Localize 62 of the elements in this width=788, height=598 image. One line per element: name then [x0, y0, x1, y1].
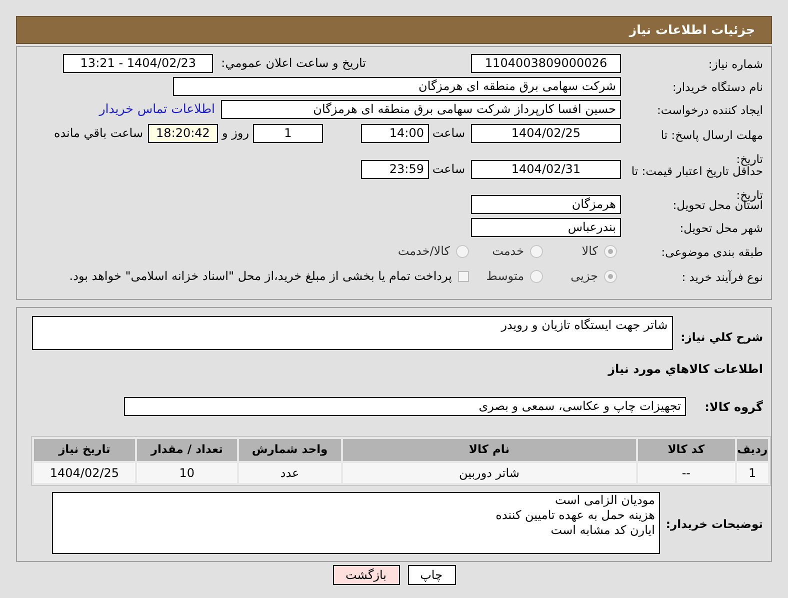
field-label: نام دستگاه خریدار: — [672, 80, 763, 94]
text-field[interactable]: 1404/02/25 — [471, 124, 621, 143]
radio-label: کالا — [582, 243, 598, 260]
countdown-field[interactable]: 18:20:42 — [148, 124, 218, 143]
label-text: پرداخت تمام یا بخشی از مبلغ خرید،از محل "اسناد خزانه اسلامی" خواهد بود. — [69, 268, 452, 285]
label-text: ساعت — [435, 125, 465, 142]
table-cell: -- — [638, 463, 735, 483]
radio-button[interactable] — [604, 244, 617, 258]
field-label: شماره نیاز: — [708, 57, 763, 71]
label-text: ساعت — [435, 161, 465, 178]
text-field[interactable]: 1404/02/31 — [471, 160, 621, 179]
radio-label: کالا/خدمت — [398, 243, 450, 260]
radio-button[interactable] — [530, 270, 543, 282]
note-line: هزینه حمل به عهده تامیین کننده — [494, 508, 655, 523]
text-field[interactable]: 23:59 — [361, 160, 429, 179]
text-field[interactable]: 1 — [253, 124, 323, 143]
note-line: ایارن کد مشابه است — [550, 523, 655, 538]
description-textarea[interactable]: شاتر جهت ایستگاه تازیان و رویدر — [32, 316, 673, 350]
radio-label: جزیی — [570, 268, 598, 285]
text-field[interactable]: شرکت سهامی برق منطقه ای هرمزگان — [173, 76, 621, 96]
label-text: روز و — [222, 125, 249, 142]
label-text: گروه کالا: — [704, 400, 763, 414]
label-text: ساعت باقي مانده — [54, 125, 143, 142]
column-header: ردیف — [736, 439, 768, 461]
radio-button[interactable] — [456, 244, 469, 258]
radio-label: متوسط — [486, 268, 524, 285]
text-field[interactable]: بندرعباس — [471, 218, 621, 236]
text-field[interactable]: 1404/02/23 - 13:21 — [63, 54, 214, 72]
text-field[interactable]: 14:00 — [361, 124, 429, 143]
page-title: جزئیات اطلاعات نیاز — [629, 20, 755, 39]
checkbox[interactable] — [458, 270, 469, 282]
table-cell: 1 — [736, 463, 768, 483]
column-header: واحد شمارش — [238, 439, 341, 461]
field-label: نوع فرآیند خرید : — [682, 270, 763, 284]
table-cell: 1404/02/25 — [34, 463, 135, 483]
section-title: اطلاعات کالاهاي مورد نیاز — [608, 362, 763, 376]
column-header: تعداد / مقدار — [136, 439, 237, 461]
back-button[interactable]: بازگشت — [332, 565, 400, 585]
text-field[interactable]: هرمزگان — [471, 194, 621, 214]
note-line: مودیان الزامی است — [554, 493, 655, 508]
column-header: کد کالا — [638, 439, 735, 461]
table-cell: 10 — [136, 463, 237, 483]
radio-button[interactable] — [530, 244, 543, 258]
print-button[interactable]: چاپ — [408, 565, 456, 585]
table-cell: شاتر دوربین — [342, 463, 636, 483]
label-text: تاریخ و ساعت اعلان عمومي: — [221, 55, 366, 72]
field-label: شهر محل تحویل: — [680, 221, 763, 235]
table-cell: عدد — [238, 463, 341, 483]
radio-label: خدمت — [492, 243, 524, 260]
field-label: ایجاد کننده درخواست: — [657, 103, 763, 117]
contact-link[interactable]: اطلاعات تماس خریدار — [99, 100, 215, 118]
label-text: شرح کلي نیاز: — [680, 330, 763, 344]
text-field[interactable]: تجهیزات چاپ و عکاسی، سمعی و بصری — [124, 396, 686, 416]
column-header: نام کالا — [342, 439, 636, 461]
text-field[interactable]: 1104003809000026 — [471, 54, 621, 72]
column-header: تاریخ نیاز — [34, 439, 135, 461]
text-field[interactable]: حسین افسا کارپرداز شرکت سهامی برق منطقه ای هرمزگان — [221, 100, 621, 118]
notes-textarea[interactable]: مودیان الزامی است هزینه حمل به عهده تامیین کننده ایارن کد مشابه است — [52, 492, 660, 554]
field-label: مهلت ارسال پاسخ: تا تاریخ: — [660, 128, 763, 166]
radio-button[interactable] — [604, 270, 617, 282]
label-text: توضیحات خریدار: — [666, 517, 763, 531]
field-label: طبقه بندی موضوعی: — [661, 245, 763, 259]
